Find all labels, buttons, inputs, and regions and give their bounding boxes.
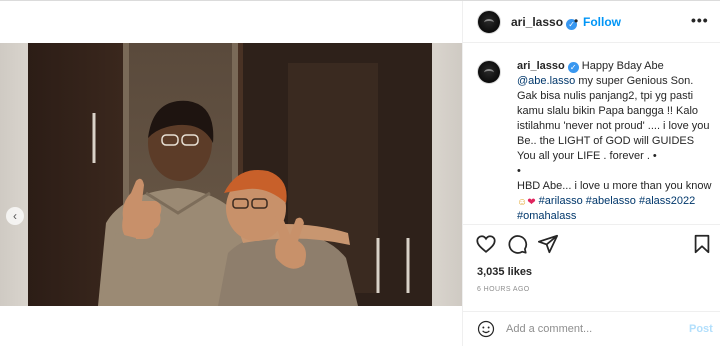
caption-text: ari_lasso ✓ Happy Bday Abe @abe.lasso my … <box>517 59 713 224</box>
add-comment-bar: Post <box>463 311 720 346</box>
carousel-dot <box>212 332 216 336</box>
mention-link[interactable]: @abe.lasso <box>517 75 575 87</box>
chevron-left-icon[interactable]: ‹ <box>6 207 24 225</box>
hashtag-link[interactable]: #omahalass <box>517 210 576 222</box>
comment-input[interactable] <box>506 320 676 338</box>
hashtag-link[interactable]: #abelasso <box>586 195 636 207</box>
username-text[interactable]: ari_lasso <box>511 15 563 29</box>
caption-section: ari_lasso ✓ Happy Bday Abe @abe.lasso my … <box>463 43 720 225</box>
photo-scene <box>28 43 432 306</box>
carousel-dot <box>204 332 208 336</box>
comment-icon[interactable] <box>506 233 528 255</box>
carousel-dot <box>236 332 240 336</box>
post-media: ‹ <box>0 1 462 346</box>
post-photo[interactable]: ‹ <box>0 43 462 336</box>
red-heart-emoji: ❤ <box>527 197 536 208</box>
heart-icon[interactable] <box>475 233 497 255</box>
action-bar <box>463 225 720 261</box>
avatar[interactable] <box>477 10 501 34</box>
carousel-dot <box>220 332 224 336</box>
bookmark-icon[interactable] <box>691 233 713 255</box>
hashtag-link[interactable]: #alass2022 <box>639 195 695 207</box>
post-timestamp[interactable]: 6 HOURS AGO <box>477 286 530 293</box>
header-username[interactable]: ari_lasso ✓ <box>511 15 578 30</box>
post-header: ari_lasso ✓ • Follow ••• <box>463 1 720 43</box>
caption-line1: Happy Bday Abe <box>581 60 664 72</box>
post-sidebar: ari_lasso ✓ • Follow ••• ari_lasso ✓ Happy… <box>462 1 720 346</box>
emoji-icon[interactable] <box>477 320 495 338</box>
caption-line2: my super Genious Son. Gak bisa nulis pan… <box>517 75 710 162</box>
photo-illustration <box>28 43 432 306</box>
caption-bullet: • <box>517 165 521 177</box>
carousel-dots <box>196 332 256 336</box>
caption-line3: HBD Abe... i love u more than you know <box>517 180 712 192</box>
post-comment-button[interactable]: Post <box>689 323 713 335</box>
carousel-dot-active <box>252 332 256 336</box>
share-icon[interactable] <box>537 233 559 255</box>
hashtag-link[interactable]: #arilasso <box>539 195 583 207</box>
caption-avatar[interactable] <box>477 60 501 84</box>
follow-button[interactable]: Follow <box>583 15 621 29</box>
likes-count[interactable]: 3,035 likes <box>477 266 532 278</box>
carousel-dot <box>196 332 200 336</box>
instagram-post: ‹ ari_lasso ✓ • Follow ••• ari_lasso ✓ H… <box>0 0 720 346</box>
more-options-icon[interactable]: ••• <box>691 12 709 28</box>
caption-username[interactable]: ari_lasso <box>517 60 565 72</box>
verified-badge-icon: ✓ <box>567 62 579 73</box>
carousel-dot <box>244 332 248 336</box>
carousel-dot <box>228 332 232 336</box>
separator: • <box>574 14 579 28</box>
smiling-face-emoji: ☺ <box>517 197 528 208</box>
